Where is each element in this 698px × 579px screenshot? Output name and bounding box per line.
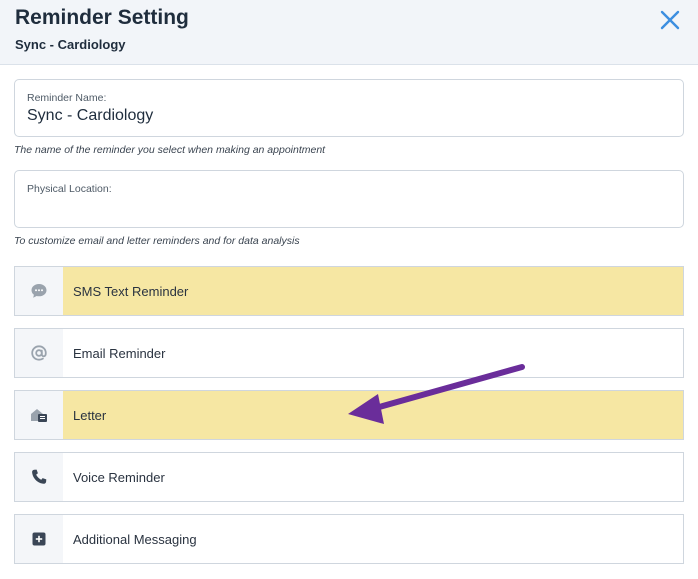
at-sign-icon — [31, 345, 47, 361]
physical-location-label: Physical Location: — [27, 183, 112, 195]
email-reminder-option[interactable]: Email Reminder — [14, 328, 684, 378]
additional-messaging-option[interactable]: Additional Messaging — [14, 514, 684, 564]
modal-title: Reminder Setting — [15, 6, 189, 29]
reminder-name-input[interactable]: Sync - Cardiology — [27, 107, 153, 125]
physical-location-hint: To customize email and letter reminders … — [14, 235, 300, 247]
modal-header: Reminder Setting Sync - Cardiology — [0, 0, 698, 65]
option-label: Email Reminder — [63, 329, 683, 377]
option-label: SMS Text Reminder — [63, 267, 683, 315]
close-button[interactable] — [658, 8, 682, 32]
phone-icon — [32, 469, 47, 484]
chat-bubble-icon — [31, 284, 47, 298]
letter-option[interactable]: Letter — [14, 390, 684, 440]
option-label: Additional Messaging — [63, 515, 683, 563]
modal-subtitle: Sync - Cardiology — [15, 37, 126, 52]
sms-text-reminder-option[interactable]: SMS Text Reminder — [14, 266, 684, 316]
option-label: Letter — [63, 391, 683, 439]
reminder-name-field[interactable]: Reminder Name: Sync - Cardiology — [14, 79, 684, 137]
physical-location-field[interactable]: Physical Location: — [14, 170, 684, 228]
mailbox-icon — [31, 409, 47, 422]
close-icon[interactable] — [658, 8, 682, 32]
plus-square-icon — [32, 532, 46, 546]
reminder-name-hint: The name of the reminder you select when… — [14, 144, 326, 156]
voice-reminder-option[interactable]: Voice Reminder — [14, 452, 684, 502]
reminder-name-label: Reminder Name: — [27, 92, 107, 104]
option-label: Voice Reminder — [63, 453, 683, 501]
